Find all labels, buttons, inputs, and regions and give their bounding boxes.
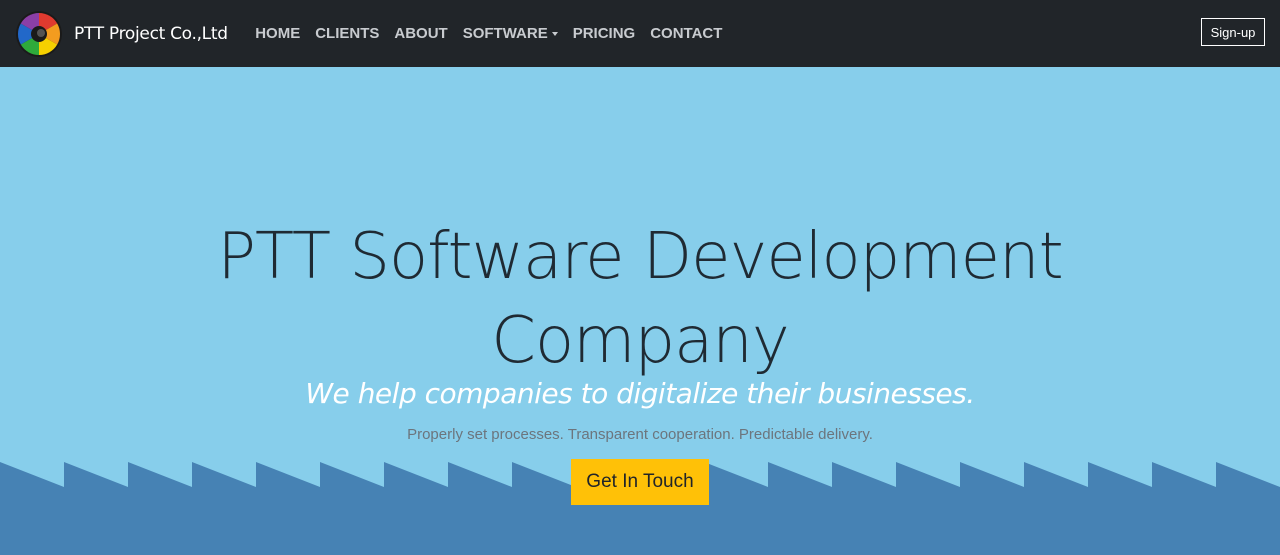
nav-home[interactable]: HOME [255, 25, 300, 42]
nav-contact-label[interactable]: CONTACT [650, 25, 722, 42]
hero-title-line1: PTT Software Development [217, 220, 1063, 294]
get-in-touch-button[interactable]: Get In Touch [571, 459, 709, 505]
nav-contact[interactable]: CONTACT [650, 25, 722, 42]
chevron-down-icon[interactable] [551, 32, 558, 36]
nav-pricing-label[interactable]: PRICING [573, 25, 636, 42]
nav-about[interactable]: ABOUT [394, 25, 447, 42]
nav-clients[interactable]: CLIENTS [315, 25, 379, 42]
nav-software-label[interactable]: SOFTWARE [463, 25, 548, 42]
hero-subtitle: Properly set processes. Transparent coop… [407, 426, 873, 443]
main-nav: HOME CLIENTS ABOUT SOFTWARE PRICING CONT… [248, 25, 730, 42]
rainbow-swirl-logo-icon[interactable] [16, 10, 62, 57]
nav-pricing[interactable]: PRICING [573, 25, 636, 42]
brand[interactable]: PTT Project Co.,Ltd [16, 10, 228, 57]
signup-button[interactable]: Sign-up [1201, 18, 1265, 46]
nav-about-label[interactable]: ABOUT [394, 25, 447, 42]
nav-software[interactable]: SOFTWARE [463, 25, 558, 42]
nav-home-label[interactable]: HOME [255, 25, 300, 42]
hero-title-line2: Company [491, 304, 789, 378]
nav-clients-label[interactable]: CLIENTS [315, 25, 379, 42]
brand-name[interactable]: PTT Project Co.,Ltd [74, 24, 228, 44]
hero-section: PTT Software Development Company We help… [0, 67, 1280, 555]
navbar: PTT Project Co.,Ltd HOME CLIENTS ABOUT S… [0, 0, 1280, 67]
hero-tagline: We help companies to digitalize their bu… [305, 377, 975, 410]
hero-title: PTT Software Development Company [0, 215, 1280, 383]
